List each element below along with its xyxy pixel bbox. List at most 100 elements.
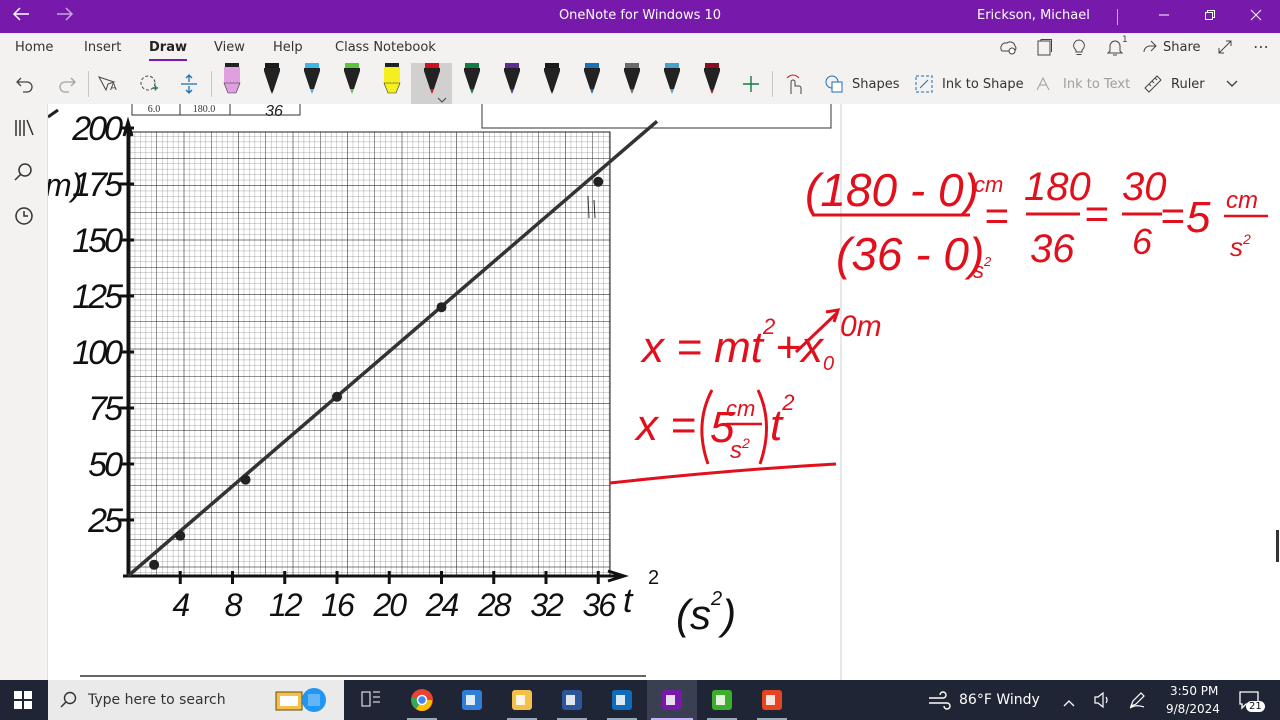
file-explorer-icon[interactable] (497, 680, 547, 720)
slope-denominator-unit: s2 (973, 254, 992, 283)
page-view-icon[interactable] (1035, 39, 1053, 61)
x-tick-label: 36 (582, 587, 616, 623)
lightbulb-icon[interactable] (1071, 39, 1087, 61)
y-axis-unit-label: m) (48, 167, 82, 203)
clock-time[interactable]: 3:50 PM (1170, 684, 1218, 698)
close-icon[interactable] (1244, 4, 1268, 28)
x-axis-unit: (s2) (676, 588, 736, 638)
type-select-icon[interactable]: A (97, 69, 119, 99)
lasso-select-icon[interactable] (138, 69, 160, 99)
toolbar-separator (88, 71, 89, 97)
final-unit-numerator: cm (726, 396, 755, 421)
search-icon[interactable] (12, 160, 36, 184)
pen-options-chevron-icon[interactable] (437, 89, 447, 108)
pen-pen-rainbow[interactable] (657, 63, 687, 104)
ink-canvas[interactable]: 6.0 180.0 36 255075100125150175200 4 8 12 1… (48, 104, 1280, 680)
y-tick-label: 100 (72, 334, 123, 372)
toolbar-expand-chevron-icon[interactable] (1225, 69, 1239, 99)
clock-date[interactable]: 9/8/2024 (1166, 702, 1220, 716)
tab-insert[interactable]: Insert (84, 40, 121, 55)
pen-pen-cyan[interactable] (297, 63, 327, 104)
sync-status-icon[interactable] (998, 39, 1018, 61)
chrome-icon[interactable] (397, 680, 447, 720)
pen-workspace-icon[interactable] (1128, 691, 1146, 713)
weather-icon[interactable] (927, 690, 951, 714)
add-pen-icon[interactable] (741, 69, 761, 99)
taskbar-search[interactable]: Type here to search (48, 680, 344, 720)
notifications-bell-icon[interactable]: 1 (1106, 35, 1128, 62)
show-hidden-icons-icon[interactable] (1062, 693, 1076, 712)
task-view-icon[interactable] (347, 680, 397, 720)
tab-home[interactable]: Home (15, 40, 53, 55)
vertical-scrollbar[interactable] (1276, 530, 1279, 562)
undo-icon[interactable] (15, 69, 35, 99)
pen-pen-dark-red[interactable] (697, 63, 727, 104)
redo-icon[interactable] (57, 69, 77, 99)
ink-to-shape-button[interactable]: Ink to Shape (914, 69, 1024, 99)
share-icon (1143, 40, 1157, 53)
ruler-icon (1144, 75, 1162, 93)
camtasia-icon[interactable] (697, 680, 747, 720)
volume-icon[interactable] (1093, 691, 1111, 713)
more-options-icon[interactable]: ⋯ (1253, 37, 1269, 56)
user-name[interactable]: Erickson, Michael (977, 8, 1090, 23)
final-equation-lhs: x = (634, 401, 696, 450)
result-value: 5 (1186, 193, 1211, 242)
x-tick-label: 32 (530, 587, 564, 623)
tab-view[interactable]: View (214, 40, 245, 55)
ink-to-shape-label: Ink to Shape (942, 76, 1024, 92)
data-point (593, 176, 604, 187)
pen-pen-black-2[interactable] (537, 63, 567, 104)
share-button[interactable]: Share (1142, 39, 1201, 55)
note-canvas[interactable]: 6.0 180.0 36 25 50 75 100 125 150 175 200 4 8 12 1… (48, 104, 1280, 680)
pen-pen-purple[interactable] (497, 63, 527, 104)
pen-pen-galaxy[interactable] (617, 63, 647, 104)
store-icon[interactable] (447, 680, 497, 720)
notification-center-icon[interactable]: 21 (1238, 689, 1265, 715)
draw-toolbar: A Shapes Ink to Shape Ink to Text Ruler (0, 63, 1280, 105)
x-tick-label: 8 (225, 587, 243, 623)
notification-badge: 21 (1246, 701, 1265, 712)
notebooks-icon[interactable] (12, 116, 36, 140)
expand-icon[interactable] (1217, 39, 1233, 59)
shapes-button[interactable]: Shapes (824, 69, 899, 99)
table-cell: 180.0 (193, 104, 216, 115)
recent-notes-icon[interactable] (12, 204, 36, 228)
pen-highlighter-yellow[interactable] (377, 63, 407, 104)
slope-denominator: (36 - 0) (836, 228, 984, 280)
tab-class-notebook[interactable]: Class Notebook (335, 40, 436, 55)
equals-sign: = (1084, 190, 1109, 237)
graph-grid (129, 131, 611, 577)
tab-help[interactable]: Help (273, 40, 303, 55)
onenote-icon[interactable] (647, 680, 697, 720)
title-bar: OneNote for Windows 10 Erickson, Michael (0, 0, 1280, 33)
word-icon[interactable] (547, 680, 597, 720)
pen-pen-black[interactable] (257, 63, 287, 104)
equals-sign: = (1160, 192, 1185, 239)
touch-draw-icon[interactable] (783, 69, 803, 99)
pen-highlighter-pink[interactable] (217, 63, 247, 104)
pen-pen-green[interactable] (337, 63, 367, 104)
shapes-label: Shapes (852, 76, 900, 92)
y-tick-label: 50 (88, 446, 123, 484)
result-unit-numerator: cm (1226, 187, 1258, 214)
x-tick-label: 24 (425, 587, 459, 623)
weather-text[interactable]: 86°F Windy (959, 692, 1040, 708)
ink-to-text-button[interactable]: Ink to Text (1035, 69, 1130, 99)
x-tick-label: 20 (372, 587, 407, 623)
x-axis-exponent: 2 (648, 567, 659, 589)
outlook-icon[interactable] (597, 680, 647, 720)
tab-draw[interactable]: Draw (149, 40, 187, 61)
x-axis-ticks: 4 8 12 16 20 24 28 32 36 (172, 571, 618, 623)
ruler-button[interactable]: Ruler (1143, 69, 1205, 99)
x-axis-label: t 2 (s2) (623, 567, 736, 638)
x-tick-label: 12 (269, 587, 303, 623)
minimize-icon[interactable] (1152, 4, 1176, 28)
restore-icon[interactable] (1198, 4, 1222, 28)
camtasia-recorder-icon[interactable] (747, 680, 797, 720)
start-button[interactable] (14, 691, 32, 713)
add-space-icon[interactable] (179, 69, 199, 99)
pen-pen-dark-green[interactable] (457, 63, 487, 104)
pen-pen-blue[interactable] (577, 63, 607, 104)
ribbon-tabs: Home Insert Draw View Help Class Noteboo… (0, 33, 1280, 63)
